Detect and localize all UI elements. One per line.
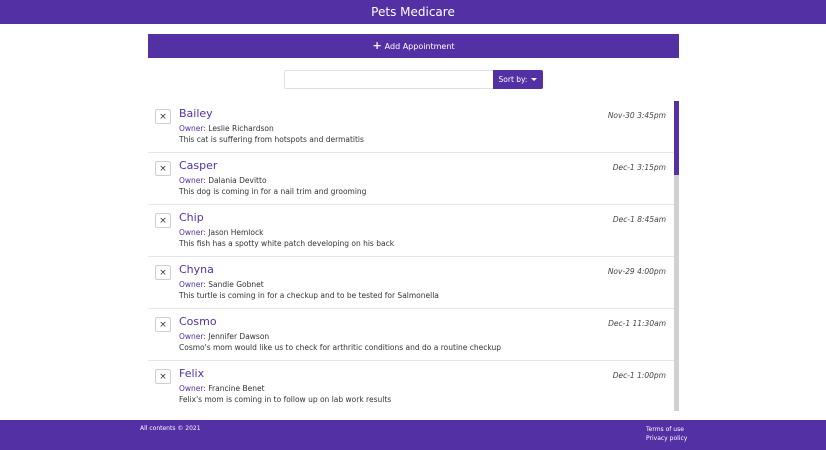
list-item: × Cosmo Owner: Jennifer Dawson Cosmo's m… [148, 309, 678, 361]
owner-label: Owner: [179, 176, 206, 185]
owner-line: Owner: Dalania Devitto [179, 176, 267, 185]
appointment-notes[interactable]: Felix's mom is coming in to follow up on… [179, 395, 391, 404]
sort-by-button[interactable]: Sort by: [493, 70, 543, 89]
appointment-notes[interactable]: This turtle is coming in for a checkup a… [179, 291, 439, 300]
add-appointment-label: Add Appointment [384, 41, 455, 51]
owner-line: Owner: Leslie Richardson [179, 124, 274, 133]
owner-line: Owner: Jennifer Dawson [179, 332, 269, 341]
close-icon: × [159, 215, 167, 226]
owner-label: Owner: [179, 384, 206, 393]
close-icon: × [159, 267, 167, 278]
sort-by-label: Sort by: [498, 75, 528, 84]
close-icon: × [159, 163, 167, 174]
appointment-date: Nov-29 4:00pm [607, 267, 666, 276]
pet-name[interactable]: Cosmo [179, 315, 217, 328]
delete-button[interactable]: × [155, 265, 171, 280]
add-appointment-button[interactable]: + Add Appointment [148, 34, 679, 58]
owner-label: Owner: [179, 332, 206, 341]
appointment-date: Nov-30 3:45pm [607, 111, 666, 120]
page-footer: All contents © 2021 Terms of use Privacy… [0, 420, 826, 450]
delete-button[interactable]: × [155, 369, 171, 384]
owner-name[interactable]: Francine Benet [208, 384, 264, 393]
caret-down-icon [531, 78, 538, 81]
appointment-date: Dec-1 11:30am [608, 319, 666, 328]
close-icon: × [159, 371, 167, 382]
owner-name[interactable]: Jason Hemlock [208, 228, 263, 237]
appointment-notes[interactable]: This dog is coming in for a nail trim an… [179, 187, 366, 196]
appointment-list: × Bailey Owner: Leslie Richardson This c… [148, 101, 678, 411]
search-bar: Sort by: [284, 70, 543, 89]
list-scrollbar[interactable] [674, 101, 679, 411]
footer-links: Terms of use Privacy policy [646, 425, 687, 443]
pet-name[interactable]: Bailey [179, 107, 213, 120]
appointment-notes[interactable]: Cosmo's mom would like us to check for a… [179, 343, 501, 352]
list-item: × Felix Owner: Francine Benet Felix's mo… [148, 361, 678, 411]
appointment-notes[interactable]: This cat is suffering from hotspots and … [179, 135, 364, 144]
terms-of-use-link[interactable]: Terms of use [646, 425, 687, 434]
appointment-notes[interactable]: This fish has a spotty white patch devel… [179, 239, 394, 248]
owner-name[interactable]: Leslie Richardson [208, 124, 273, 133]
list-item: × Chyna Owner: Sandie Gobnet This turtle… [148, 257, 678, 309]
app-header: Pets Medicare [0, 0, 826, 24]
pet-name[interactable]: Chip [179, 211, 204, 224]
plus-icon: + [372, 39, 382, 52]
owner-label: Owner: [179, 280, 206, 289]
owner-label: Owner: [179, 124, 206, 133]
delete-button[interactable]: × [155, 213, 171, 228]
pet-name[interactable]: Casper [179, 159, 217, 172]
appointment-date: Dec-1 8:45am [612, 215, 666, 224]
copyright-text: All contents © 2021 [140, 425, 201, 432]
delete-button[interactable]: × [155, 317, 171, 332]
list-item: × Chip Owner: Jason Hemlock This fish ha… [148, 205, 678, 257]
owner-line: Owner: Jason Hemlock [179, 228, 263, 237]
list-item: × Casper Owner: Dalania Devitto This dog… [148, 153, 678, 205]
owner-name[interactable]: Sandie Gobnet [208, 280, 263, 289]
owner-label: Owner: [179, 228, 206, 237]
scrollbar-thumb[interactable] [674, 101, 679, 175]
list-item: × Bailey Owner: Leslie Richardson This c… [148, 101, 678, 153]
delete-button[interactable]: × [155, 109, 171, 124]
pet-name[interactable]: Chyna [179, 263, 214, 276]
privacy-policy-link[interactable]: Privacy policy [646, 434, 687, 443]
delete-button[interactable]: × [155, 161, 171, 176]
owner-line: Owner: Francine Benet [179, 384, 265, 393]
owner-name[interactable]: Dalania Devitto [208, 176, 266, 185]
close-icon: × [159, 319, 167, 330]
app-title: Pets Medicare [371, 5, 455, 19]
appointment-date: Dec-1 1:00pm [612, 371, 666, 380]
pet-name[interactable]: Felix [179, 367, 204, 380]
owner-name[interactable]: Jennifer Dawson [208, 332, 269, 341]
search-input[interactable] [284, 70, 493, 89]
appointment-date: Dec-1 3:15pm [612, 163, 666, 172]
owner-line: Owner: Sandie Gobnet [179, 280, 264, 289]
close-icon: × [159, 111, 167, 122]
